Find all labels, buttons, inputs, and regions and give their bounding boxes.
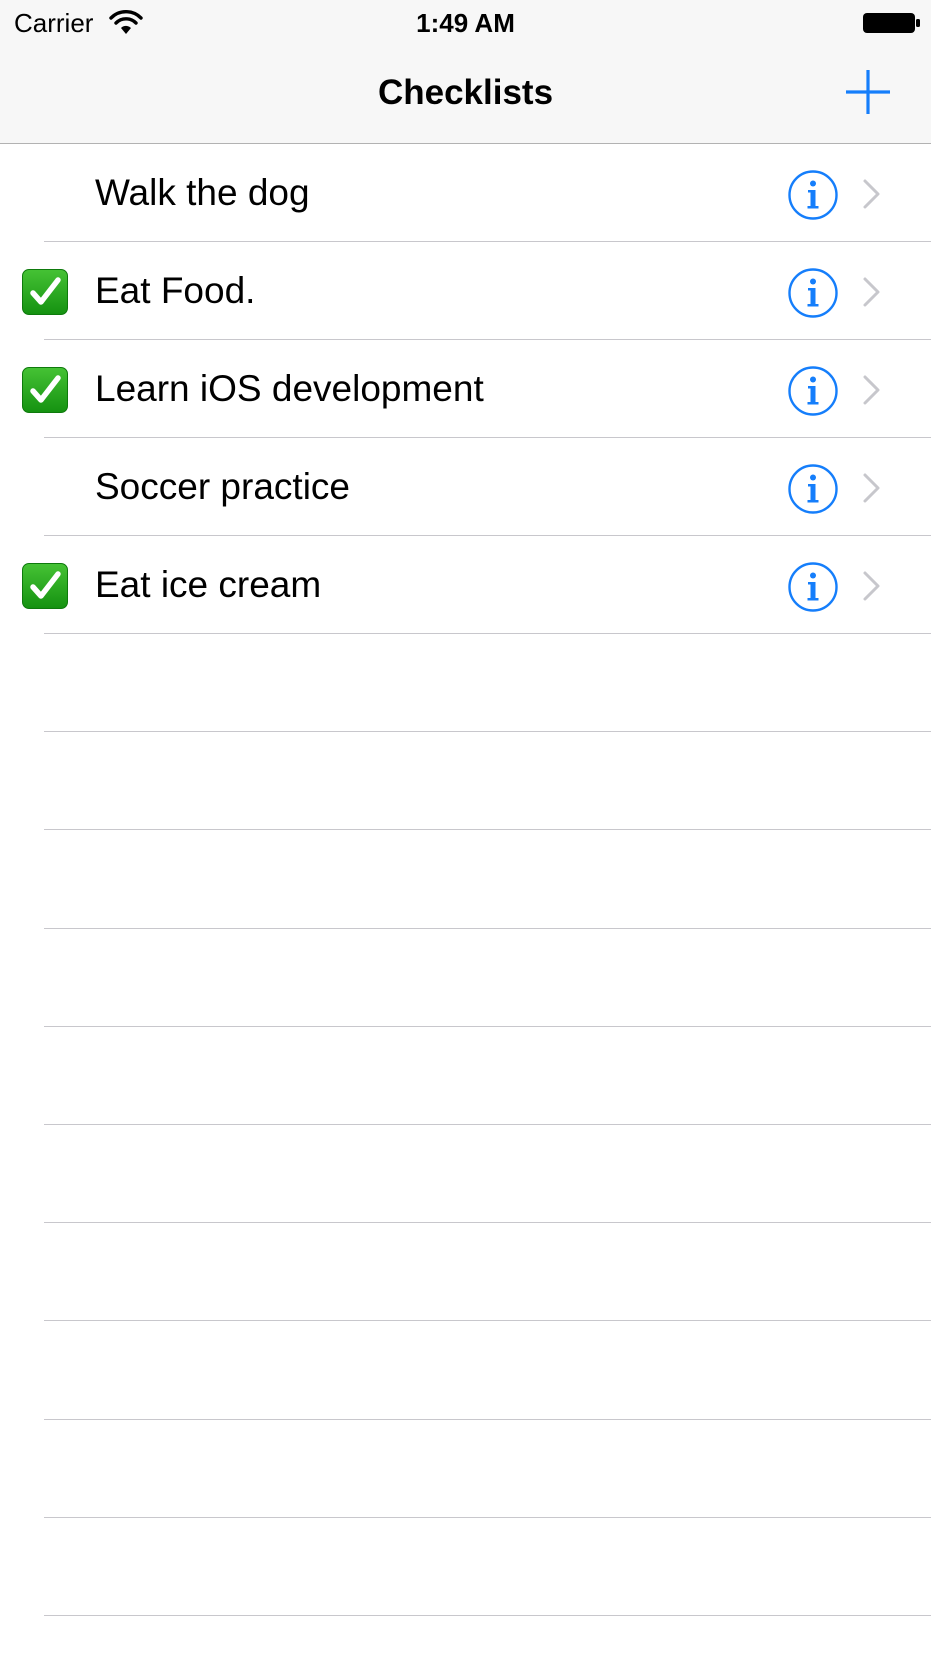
- page-title: Checklists: [377, 73, 554, 112]
- info-icon: [788, 464, 838, 514]
- add-item-button[interactable]: [838, 64, 898, 120]
- chevron-right-icon: [862, 374, 882, 406]
- list-item-label: Eat Food.: [95, 270, 256, 311]
- info-icon: [788, 268, 838, 318]
- empty-row: [0, 1223, 931, 1322]
- info-button[interactable]: [787, 463, 839, 515]
- plus-icon: [846, 70, 890, 114]
- status-time: 1:49 AM: [416, 8, 515, 38]
- list-item[interactable]: Eat Food.: [0, 242, 931, 340]
- empty-row: [0, 732, 931, 831]
- info-icon: [788, 170, 838, 220]
- empty-row: [0, 929, 931, 1027]
- list-item[interactable]: Soccer practice: [0, 438, 931, 536]
- list-item-label: Learn iOS development: [95, 368, 484, 409]
- checklist-table: Walk the dog Eat Food. Learn iOS developme…: [0, 144, 931, 1617]
- info-icon: [788, 366, 838, 416]
- list-item[interactable]: Eat ice cream: [0, 536, 931, 634]
- chevron-right-icon: [862, 178, 882, 210]
- checkmark-icon: [22, 563, 68, 609]
- chevron-right-icon: [862, 472, 882, 504]
- navigation-bar: Checklists: [0, 44, 931, 144]
- empty-row: [0, 1125, 931, 1224]
- info-button[interactable]: [787, 169, 839, 221]
- checkmark-icon: [22, 367, 68, 413]
- chevron-right-icon: [862, 570, 882, 602]
- battery-icon: [863, 13, 920, 33]
- empty-row: [0, 634, 931, 733]
- empty-row: [0, 1027, 931, 1126]
- empty-row: [0, 830, 931, 929]
- empty-row: [0, 1420, 931, 1518]
- status-bar: Carrier 1:49 AM: [0, 0, 931, 44]
- chevron-right-icon: [862, 276, 882, 308]
- info-button[interactable]: [787, 267, 839, 319]
- info-button[interactable]: [787, 561, 839, 613]
- list-item[interactable]: Learn iOS development: [0, 340, 931, 438]
- list-item-label: Soccer practice: [95, 466, 350, 507]
- info-icon: [788, 562, 838, 612]
- empty-row: [0, 1518, 931, 1617]
- list-item-label: Eat ice cream: [95, 564, 322, 605]
- list-item[interactable]: Walk the dog: [0, 144, 931, 242]
- empty-row: [0, 1321, 931, 1420]
- checkmark-icon: [22, 269, 68, 315]
- info-button[interactable]: [787, 365, 839, 417]
- list-item-label: Walk the dog: [95, 172, 310, 213]
